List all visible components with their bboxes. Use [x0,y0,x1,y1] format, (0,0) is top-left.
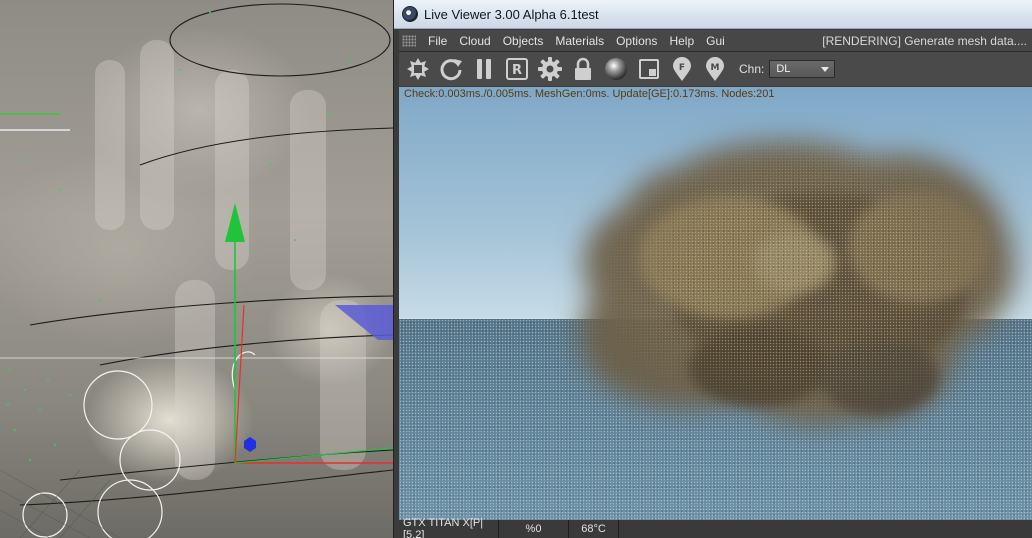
material-sphere-icon[interactable] [601,54,631,84]
viewport-scene [0,3,393,538]
channel-label: Chn: [739,62,765,76]
svg-text:M: M [711,63,720,73]
render-stats-overlay: Check:0.003ms./0.005ms. MeshGen:0ms. Upd… [404,88,775,100]
render-cloud-noise [574,132,1032,442]
pause-icon[interactable] [469,54,499,84]
menu-materials[interactable]: Materials [549,34,610,48]
menu-file[interactable]: File [422,34,453,48]
editor-3d-viewport[interactable] [0,0,393,538]
aperture-icon[interactable] [403,54,433,84]
channel-select-value: DL [776,63,791,75]
gpu-status: GTX TITAN X[P|[5.2] [399,517,499,538]
screen: Live Viewer 3.00 Alpha 6.1test File Clou… [0,0,1032,538]
toolbar-grip-handle[interactable] [402,34,416,47]
temperature-status: 68°C [569,520,619,538]
live-viewer-window: Live Viewer 3.00 Alpha 6.1test File Clou… [393,0,1032,538]
menu-gui[interactable]: Gui [700,34,731,48]
status-bar: GTX TITAN X[P|[5.2] %0 68°C [399,517,1032,538]
menu-help[interactable]: Help [663,34,700,48]
load-status: %0 [499,520,569,538]
svg-text:F: F [679,63,685,73]
region-r-icon[interactable]: R [502,54,532,84]
menu-options[interactable]: Options [610,34,663,48]
svg-text:R: R [512,63,522,78]
channel-select[interactable]: DL [769,60,836,78]
chevron-down-icon [821,67,830,72]
app-logo-icon [402,6,418,22]
window-titlebar[interactable]: Live Viewer 3.00 Alpha 6.1test [394,0,1032,29]
window-title: Live Viewer 3.00 Alpha 6.1test [424,6,599,22]
toolbar: R F M Chn: DL [399,52,1032,86]
render-viewport[interactable] [399,87,1032,520]
menu-objects[interactable]: Objects [497,34,550,48]
lock-icon[interactable] [568,54,598,84]
material-pin-icon[interactable]: M [700,54,730,84]
menu-cloud[interactable]: Cloud [453,34,496,48]
refresh-icon[interactable] [436,54,466,84]
focus-pin-icon[interactable]: F [667,54,697,84]
frame-icon[interactable] [634,54,664,84]
menu-bar: File Cloud Objects Materials Options Hel… [399,30,1032,52]
render-status-text: [RENDERING] Generate mesh data.... [822,33,1027,48]
settings-gear-icon[interactable] [535,54,565,84]
